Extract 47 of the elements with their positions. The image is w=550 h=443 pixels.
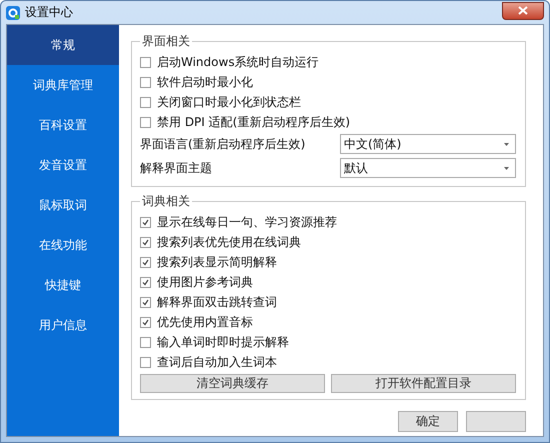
option-label: 启动Windows系统时自动运行 — [157, 54, 319, 70]
checkbox[interactable] — [140, 256, 151, 268]
option-label: 输入单词时即时提示解释 — [157, 334, 289, 350]
option-label: 显示在线每日一句、学习资源推荐 — [157, 214, 337, 230]
caret-icon — [504, 142, 509, 146]
checkbox[interactable] — [140, 356, 151, 368]
option-label: 关闭窗口时最小化到状态栏 — [157, 94, 301, 110]
checkbox[interactable] — [140, 76, 151, 88]
group-title: 界面相关 — [141, 33, 191, 50]
caret-icon — [504, 166, 509, 170]
close-button[interactable] — [502, 2, 544, 20]
close-icon — [518, 6, 528, 15]
group-title: 词典相关 — [141, 193, 191, 210]
option-label: 优先使用内置音标 — [157, 314, 253, 330]
action-button[interactable]: 打开软件配置目录 — [331, 374, 516, 393]
checkbox[interactable] — [140, 236, 151, 248]
sidebar-item[interactable]: 用户信息 — [7, 305, 119, 345]
option-label: 搜索列表显示简明解释 — [157, 254, 277, 270]
sidebar-item[interactable]: 百科设置 — [7, 105, 119, 145]
checkbox[interactable] — [140, 316, 151, 328]
option-label: 使用图片参考词典 — [157, 274, 253, 290]
checkbox[interactable] — [140, 216, 151, 228]
ok-button[interactable]: 确定 — [398, 411, 458, 432]
checkbox[interactable] — [140, 276, 151, 288]
option-label: 查词后自动加入生词本 — [157, 354, 277, 370]
option-label: 解释界面双击跳转查词 — [157, 294, 277, 310]
setting-label: 界面语言(重新启动程序后生效) — [140, 136, 306, 152]
app-icon — [6, 6, 20, 20]
sidebar-item[interactable]: 常规 — [7, 25, 119, 65]
window-title: 设置中心 — [25, 4, 74, 21]
dropdown[interactable]: 中文(简体) — [340, 134, 516, 154]
checkbox[interactable] — [140, 296, 151, 308]
sidebar-item[interactable]: 在线功能 — [7, 225, 119, 265]
option-label: 搜索列表优先使用在线词典 — [157, 234, 301, 250]
action-button[interactable]: 清空词典缓存 — [140, 374, 325, 393]
sidebar-item[interactable]: 快捷键 — [7, 265, 119, 305]
dropdown[interactable]: 默认 — [340, 158, 516, 178]
checkbox[interactable] — [140, 116, 151, 128]
option-label: 软件启动时最小化 — [157, 74, 253, 90]
checkbox[interactable] — [140, 96, 151, 108]
option-label: 禁用 DPI 适配(重新启动程序后生效) — [157, 114, 350, 130]
setting-label: 解释界面主题 — [140, 160, 213, 176]
checkbox[interactable] — [140, 336, 151, 348]
sidebar-item[interactable]: 鼠标取词 — [7, 185, 119, 225]
sidebar-item[interactable]: 发音设置 — [7, 145, 119, 185]
sidebar-item[interactable]: 词典库管理 — [7, 65, 119, 105]
checkbox[interactable] — [140, 56, 151, 68]
